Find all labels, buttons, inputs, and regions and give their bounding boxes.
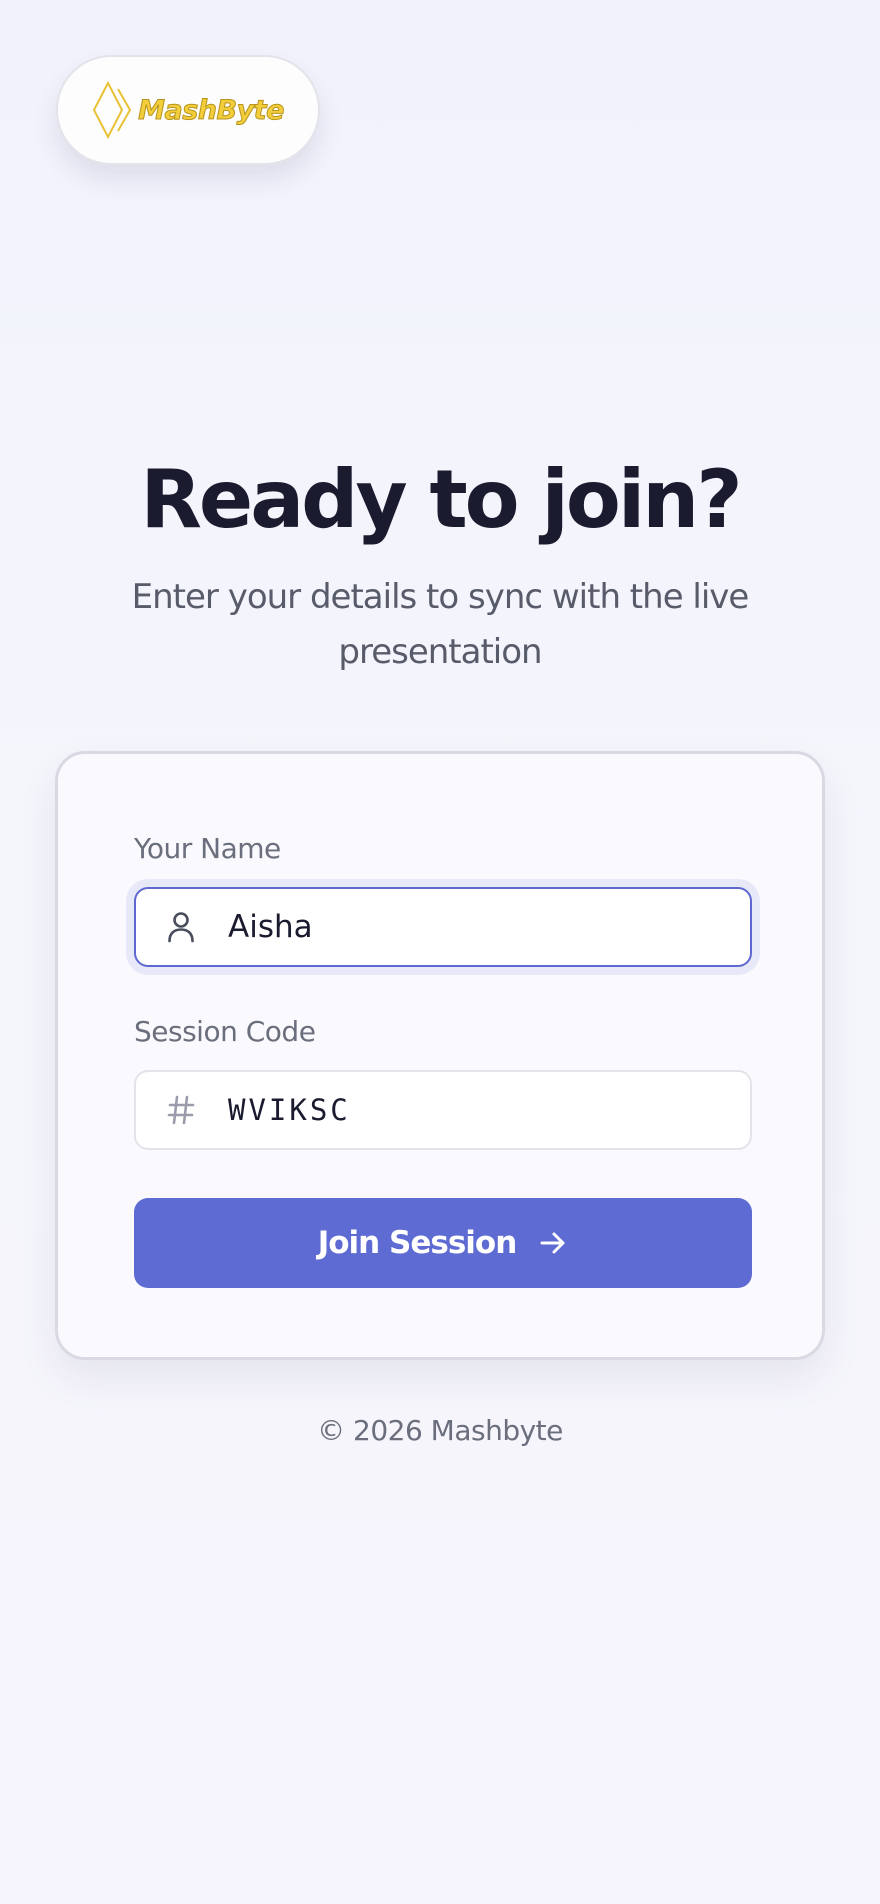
name-input[interactable]: Aisha bbox=[134, 887, 752, 967]
join-session-button[interactable]: Join Session bbox=[134, 1198, 752, 1288]
footer-copyright: © 2026 Mashbyte bbox=[317, 1414, 563, 1447]
user-icon bbox=[166, 910, 196, 944]
arrow-right-icon bbox=[540, 1232, 565, 1254]
session-code-label: Session Code bbox=[134, 1015, 316, 1048]
name-field-label: Your Name bbox=[134, 832, 281, 865]
session-code-value: WVIKSC bbox=[228, 1093, 351, 1127]
join-session-label: Join Session bbox=[317, 1225, 518, 1261]
join-form-card: Your Name Aisha Session Code WVIKSC Join… bbox=[55, 751, 825, 1360]
session-code-input[interactable]: WVIKSC bbox=[134, 1070, 752, 1150]
logo-badge[interactable]: MashByte bbox=[56, 55, 320, 165]
logo-text: MashByte bbox=[138, 94, 285, 126]
name-input-value: Aisha bbox=[228, 909, 313, 945]
hash-icon bbox=[166, 1093, 196, 1127]
page-title: Ready to join? bbox=[140, 453, 742, 546]
diamond-logo-icon bbox=[92, 81, 132, 139]
page-subtitle: Enter your details to sync with the live… bbox=[131, 577, 750, 672]
